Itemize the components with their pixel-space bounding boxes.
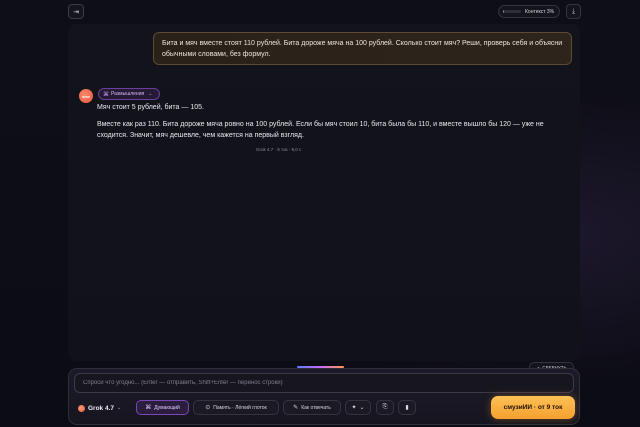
thinking-chip-label: Размышления <box>111 91 145 97</box>
model-label: Grok 4.7 <box>88 404 115 412</box>
context-usage-fill <box>503 10 504 13</box>
user-message-bubble: Бита и мяч вместе стоят 110 рублей. Бита… <box>153 32 572 65</box>
send-button[interactable]: смузиИИ · от 9 ток <box>491 396 575 419</box>
attach-button[interactable]: ⎘ <box>376 400 394 415</box>
magic-tools-button[interactable]: ✦ ⌄ <box>345 400 371 415</box>
context-indicator: Контекст 3% <box>498 5 560 18</box>
model-logo-icon <box>78 404 85 412</box>
context-label: Контекст 3% <box>525 8 555 15</box>
chat-area <box>68 24 580 361</box>
chevron-down-icon: ⌄ <box>117 405 122 411</box>
response-style-button[interactable]: ✎ Как отвечать <box>283 400 341 415</box>
memory-button[interactable]: ⊙ Память · Лёгкий глоток <box>193 400 279 415</box>
sparkle-icon: ✦ <box>351 405 357 411</box>
thinking-mode-label: Думающий <box>154 404 180 411</box>
download-icon[interactable]: ⤓ <box>566 4 581 19</box>
pencil-icon: ✎ <box>293 405 299 411</box>
assistant-avatar: smz <box>79 89 93 103</box>
microphone-button[interactable]: ▮ <box>398 400 416 415</box>
paperclip-icon: ⎘ <box>382 404 388 410</box>
memory-icon: ⊙ <box>205 405 211 411</box>
thinking-mode-toggle[interactable]: ⌘ Думающий <box>136 400 189 415</box>
thinking-chip[interactable]: ⌘ Размышления ⌄ <box>98 88 160 100</box>
assistant-answer-explanation: Вместе как раз 110. Бита дороже мяча ров… <box>97 121 544 139</box>
memory-label: Память · Лёгкий глоток <box>213 404 267 411</box>
message-meta: Grok 4.7 · 9 ток · 9,0 с <box>256 147 302 152</box>
app-window: ⇥ Контекст 3% ⤓ Бита и мяч вместе стоят … <box>0 0 640 427</box>
chevron-down-icon: ⌄ <box>148 91 153 97</box>
context-usage-bar <box>503 10 521 13</box>
lightbulb-icon: ⌘ <box>103 91 109 98</box>
model-selector[interactable]: Grok 4.7 ⌄ <box>78 401 130 415</box>
microphone-icon: ▮ <box>405 405 409 411</box>
prompt-input[interactable] <box>74 373 574 393</box>
assistant-answer-summary: Мяч стоит 5 рублей, бита — 105. <box>97 104 204 111</box>
sidebar-toggle-icon[interactable]: ⇥ <box>68 4 84 19</box>
lightbulb-icon: ⌘ <box>145 405 152 411</box>
chevron-down-icon: ⌄ <box>359 405 365 411</box>
response-style-label: Как отвечать <box>301 404 331 411</box>
